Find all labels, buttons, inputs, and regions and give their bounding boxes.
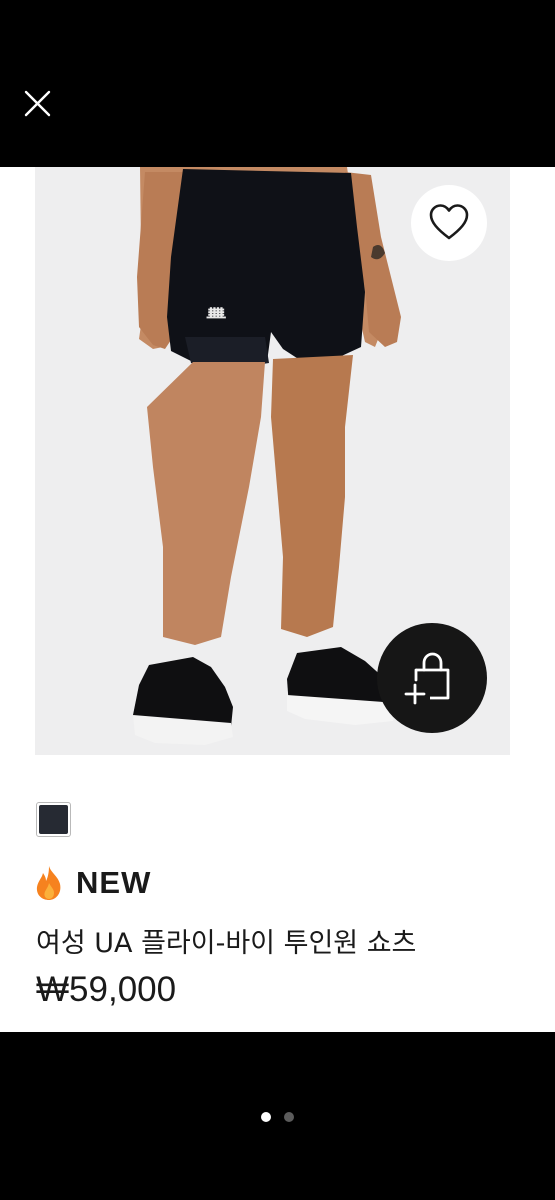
color-swatch[interactable] — [36, 802, 71, 837]
new-badge: NEW — [34, 864, 151, 902]
product-card[interactable]: ᚙ NEW 여성 UA 플라이-바이 투인원 쇼츠 ₩59,000 — [0, 167, 555, 1032]
product-image[interactable]: ᚙ — [35, 167, 510, 755]
wishlist-button[interactable] — [411, 185, 487, 261]
svg-text:ᚙ: ᚙ — [206, 307, 226, 326]
screen: ᚙ NEW 여성 UA 플라이-바이 투인원 쇼츠 ₩59,000 — [0, 0, 555, 1200]
heart-outline-icon — [429, 204, 469, 240]
bag-plus-icon — [404, 652, 450, 705]
new-badge-label: NEW — [76, 865, 152, 900]
page-indicator — [0, 1112, 555, 1122]
product-name[interactable]: 여성 UA 플라이-바이 투인원 쇼츠 — [36, 921, 416, 960]
fire-icon — [36, 866, 61, 900]
color-swatch-fill — [39, 805, 68, 834]
add-to-cart-button[interactable] — [377, 623, 487, 733]
close-icon — [24, 90, 51, 117]
page-dot[interactable] — [284, 1112, 294, 1122]
close-button[interactable] — [18, 84, 58, 124]
page-dot-active[interactable] — [261, 1112, 271, 1122]
product-price: ₩59,000 — [36, 970, 177, 1009]
